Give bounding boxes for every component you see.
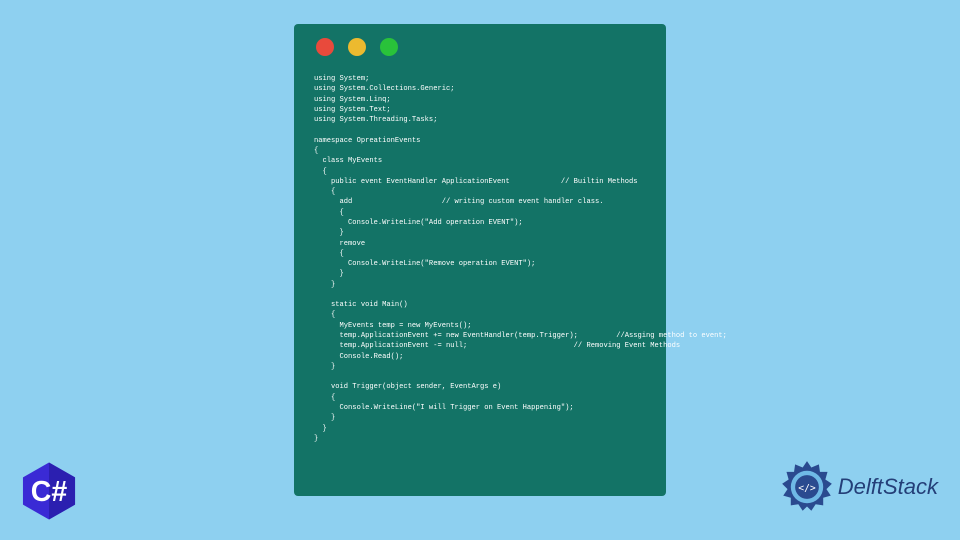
gear-icon: </>	[780, 460, 834, 514]
svg-text:C#: C#	[31, 476, 68, 508]
code-window: using System; using System.Collections.G…	[294, 24, 666, 496]
close-icon	[316, 38, 334, 56]
svg-text:</>: </>	[798, 483, 816, 494]
brand-name: DelftStack	[838, 474, 938, 500]
maximize-icon	[380, 38, 398, 56]
minimize-icon	[348, 38, 366, 56]
code-block: using System; using System.Collections.G…	[314, 74, 650, 444]
delftstack-logo: </> DelftStack	[780, 460, 938, 514]
csharp-badge-icon: C#	[18, 460, 80, 522]
traffic-lights	[316, 38, 650, 56]
